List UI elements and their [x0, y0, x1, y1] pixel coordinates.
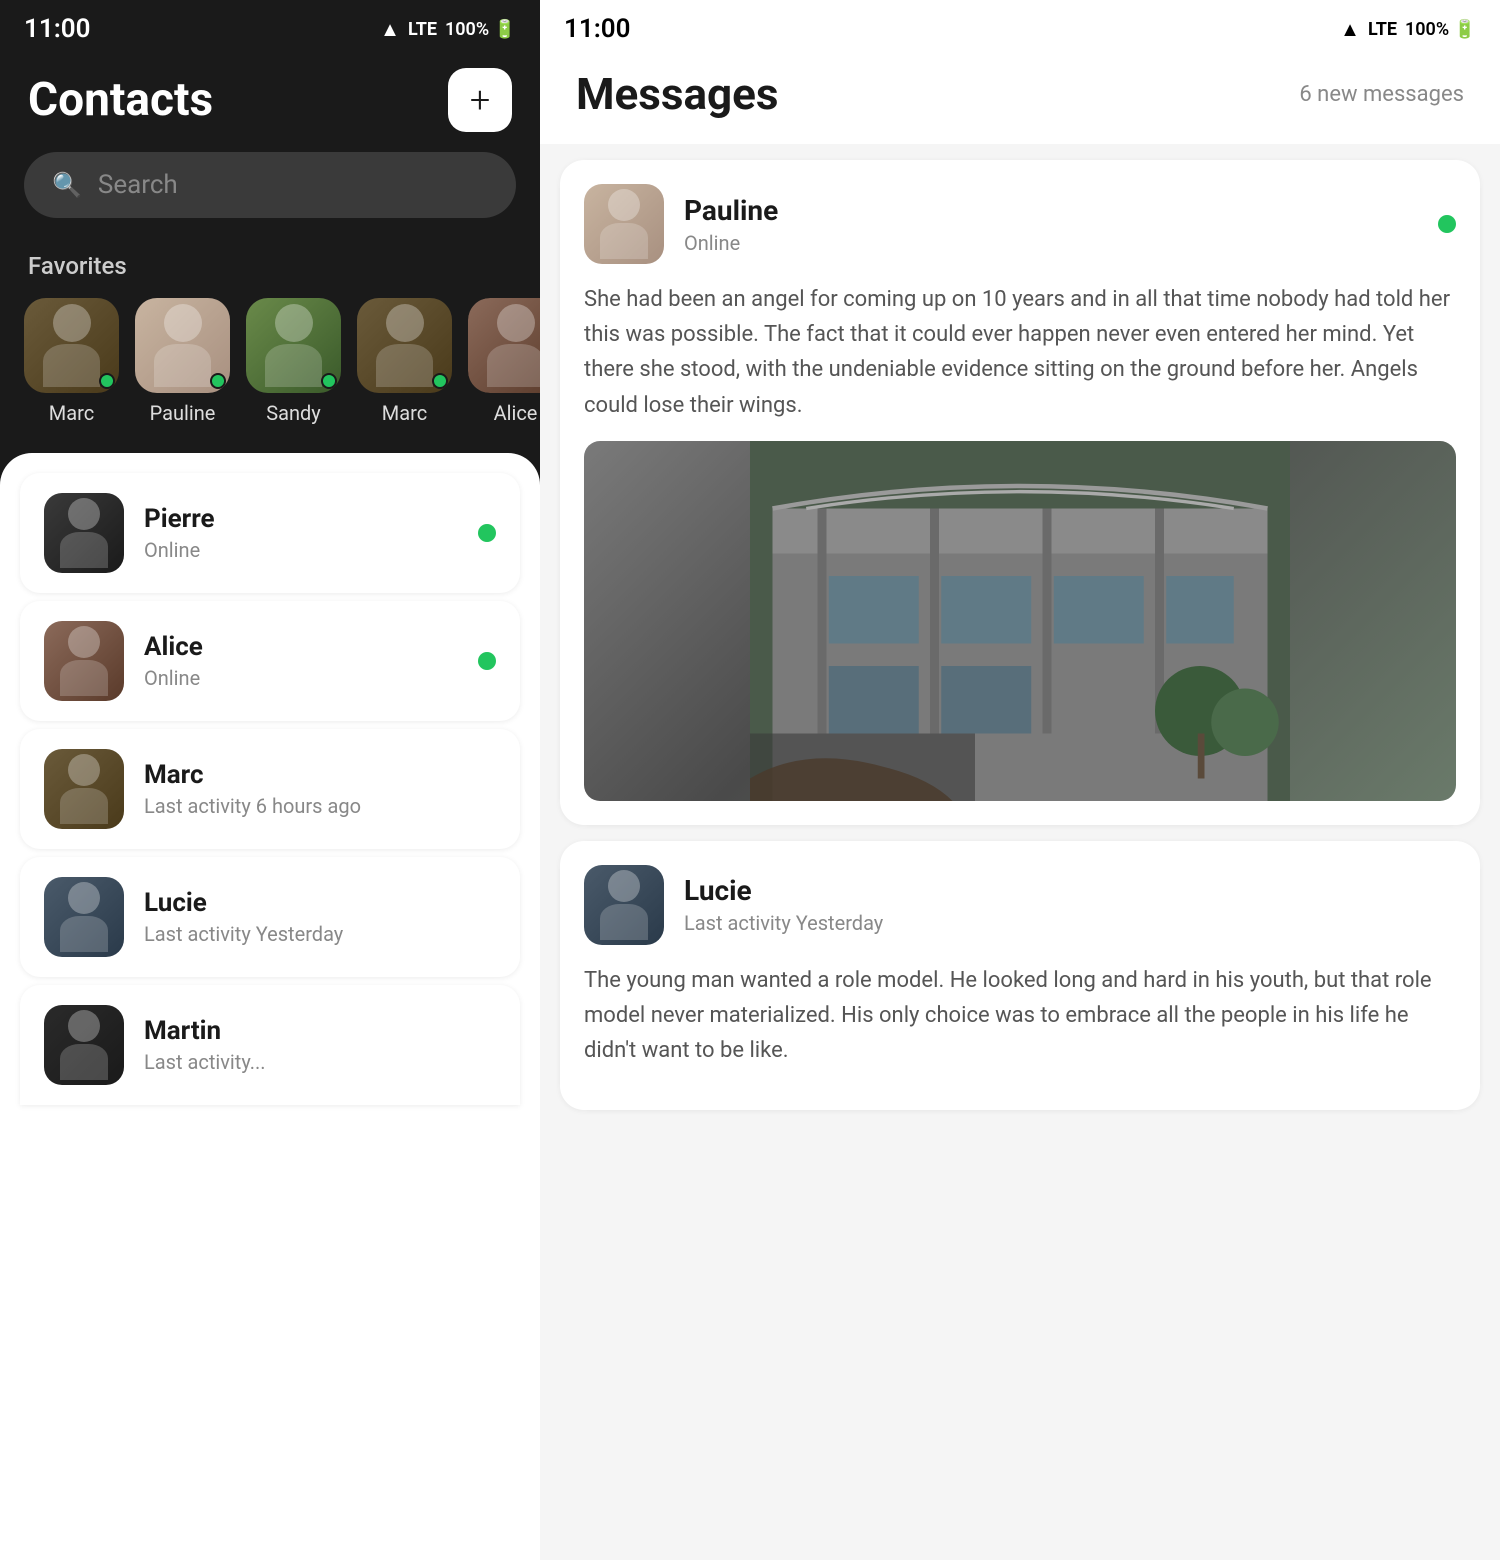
wifi-icon: ▲	[380, 17, 400, 42]
contact-name-marc: Marc	[144, 760, 496, 790]
contact-name-martin: Martin	[144, 1016, 496, 1046]
contact-status-marc: Last activity 6 hours ago	[144, 794, 496, 818]
pauline-online-dot	[1438, 215, 1456, 233]
contact-card-marc[interactable]: Marc Last activity 6 hours ago	[20, 729, 520, 849]
left-status-bar: 11:00 ▲ LTE 100% 🔋	[0, 0, 540, 54]
contact-card-pierre[interactable]: Pierre Online	[20, 473, 520, 593]
contact-card-alice[interactable]: Alice Online	[20, 601, 520, 721]
contact-name-pierre: Pierre	[144, 504, 458, 534]
contact-avatar-marc	[44, 749, 124, 829]
search-placeholder: Search	[98, 170, 178, 200]
pauline-message-text: She had been an angel for coming up on 1…	[584, 282, 1456, 423]
add-contact-button[interactable]: +	[448, 68, 512, 132]
message-card-lucie[interactable]: Lucie Last activity Yesterday The young …	[560, 841, 1480, 1111]
message-card-pauline[interactable]: Pauline Online She had been an angel for…	[560, 160, 1480, 825]
plus-icon: +	[470, 82, 490, 118]
favorite-avatar-alice	[468, 298, 540, 393]
lucie-status: Last activity Yesterday	[684, 911, 1456, 935]
contacts-list: Pierre Online Alice Online Marc Last act	[0, 453, 540, 1560]
contact-info-martin: Martin Last activity...	[144, 1016, 496, 1074]
contact-avatar-alice	[44, 621, 124, 701]
right-battery-icon: 100% 🔋	[1405, 19, 1476, 40]
right-time: 11:00	[564, 14, 631, 44]
contact-avatar-lucie	[44, 877, 124, 957]
favorite-name: Marc	[49, 401, 94, 425]
favorite-item[interactable]: Alice	[468, 298, 540, 425]
search-container: 🔍 Search	[0, 152, 540, 242]
pauline-message-image	[584, 441, 1456, 801]
right-status-bar: 11:00 ▲ LTE 100% 🔋	[540, 0, 1500, 54]
favorite-item[interactable]: Marc	[24, 298, 119, 425]
pauline-info: Pauline Online	[684, 194, 1418, 255]
favorite-name: Sandy	[266, 401, 321, 425]
left-status-icons: ▲ LTE 100% 🔋	[380, 17, 516, 42]
pauline-status: Online	[684, 231, 1418, 255]
messages-panel: 11:00 ▲ LTE 100% 🔋 Messages 6 new messag…	[540, 0, 1500, 1560]
contacts-title: Contacts	[28, 73, 213, 127]
contact-status-pierre: Online	[144, 538, 458, 562]
lucie-message-header: Lucie Last activity Yesterday	[584, 865, 1456, 945]
favorite-avatar-sandy	[246, 298, 341, 393]
search-icon: 🔍	[52, 171, 82, 199]
online-dot-pierre	[478, 524, 496, 542]
contacts-panel: 11:00 ▲ LTE 100% 🔋 Contacts + 🔍 Search F…	[0, 0, 540, 1560]
contact-status-alice: Online	[144, 666, 458, 690]
favorite-item[interactable]: Marc	[357, 298, 452, 425]
online-dot-alice	[478, 652, 496, 670]
contact-info-marc: Marc Last activity 6 hours ago	[144, 760, 496, 818]
lucie-message-text: The young man wanted a role model. He lo…	[584, 963, 1456, 1069]
pauline-avatar	[584, 184, 664, 264]
battery-icon: 100% 🔋	[445, 19, 516, 40]
contacts-header: Contacts +	[0, 54, 540, 152]
favorite-avatar-pauline	[135, 298, 230, 393]
new-messages-count: 6 new messages	[1299, 82, 1464, 107]
favorite-avatar-marc2	[357, 298, 452, 393]
contact-card-martin[interactable]: Martin Last activity...	[20, 985, 520, 1105]
pauline-message-header: Pauline Online	[584, 184, 1456, 264]
favorite-name: Pauline	[150, 401, 216, 425]
favorites-label: Favorites	[0, 242, 540, 298]
contact-info-alice: Alice Online	[144, 632, 458, 690]
lucie-avatar	[584, 865, 664, 945]
contact-avatar-martin	[44, 1005, 124, 1085]
lucie-info: Lucie Last activity Yesterday	[684, 874, 1456, 935]
messages-content: Pauline Online She had been an angel for…	[540, 144, 1500, 1560]
messages-title: Messages	[576, 68, 779, 120]
contact-status-lucie: Last activity Yesterday	[144, 922, 496, 946]
pauline-name: Pauline	[684, 194, 1418, 227]
search-bar[interactable]: 🔍 Search	[24, 152, 516, 218]
contact-name-lucie: Lucie	[144, 888, 496, 918]
contact-name-alice: Alice	[144, 632, 458, 662]
contact-status-martin: Last activity...	[144, 1050, 496, 1074]
right-wifi-icon: ▲	[1340, 17, 1360, 42]
favorite-name: Marc	[382, 401, 427, 425]
favorites-row: Marc Pauline Sandy Marc	[0, 298, 540, 453]
messages-header: Messages 6 new messages	[540, 54, 1500, 144]
contact-info-pierre: Pierre Online	[144, 504, 458, 562]
lte-label: LTE	[408, 19, 437, 40]
favorite-name: Alice	[494, 401, 538, 425]
left-time: 11:00	[24, 14, 91, 44]
lucie-name: Lucie	[684, 874, 1456, 907]
favorite-avatar-marc	[24, 298, 119, 393]
favorite-item[interactable]: Pauline	[135, 298, 230, 425]
contact-info-lucie: Lucie Last activity Yesterday	[144, 888, 496, 946]
right-status-icons: ▲ LTE 100% 🔋	[1340, 17, 1476, 42]
contact-avatar-pierre	[44, 493, 124, 573]
contact-card-lucie[interactable]: Lucie Last activity Yesterday	[20, 857, 520, 977]
right-lte-label: LTE	[1368, 19, 1397, 40]
favorite-item[interactable]: Sandy	[246, 298, 341, 425]
